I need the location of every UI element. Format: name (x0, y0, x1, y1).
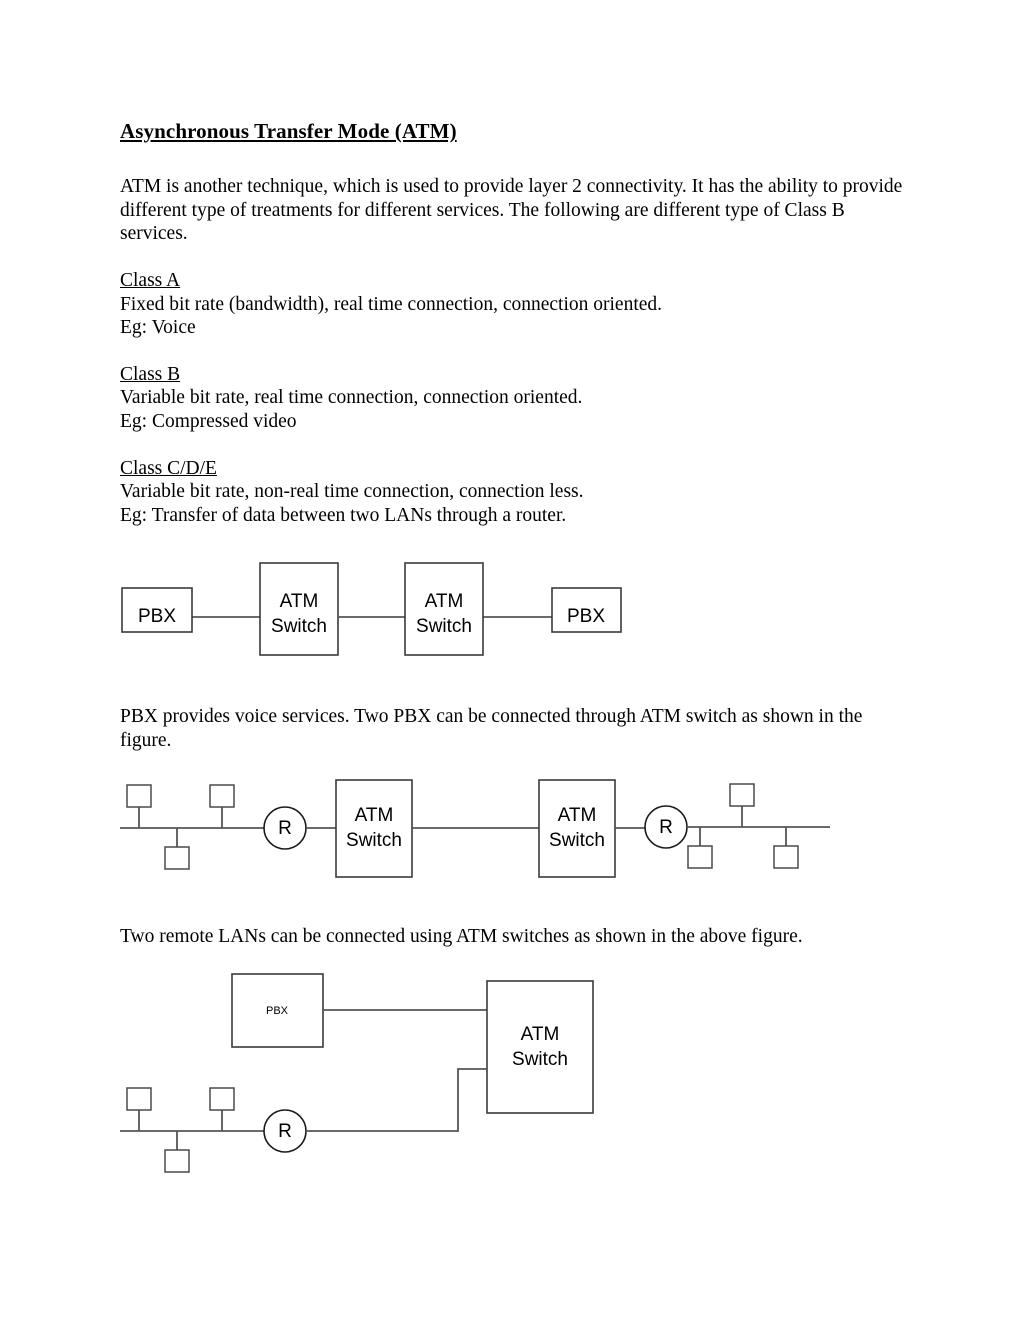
node-atm-switch (486, 980, 594, 1114)
node-atm-switch-left-label-line1: ATM (280, 591, 319, 612)
node-atm-switch-right (538, 779, 616, 878)
node-atm-switch-label-line2: Switch (512, 1049, 568, 1070)
host-left-2 (209, 784, 235, 808)
figure-pbx-and-lan-single-switch: PBX ATM Switch R (112, 970, 612, 1180)
page-title: Asynchronous Transfer Mode (ATM) (120, 119, 457, 143)
node-atm-switch-left-label-line1: ATM (355, 805, 394, 826)
class-a-description: Fixed bit rate (bandwidth), real time co… (120, 293, 663, 315)
host-2 (209, 1087, 235, 1111)
class-section-b: Class B Variable bit rate, real time con… (120, 363, 910, 434)
class-section-cde: Class C/D/E Variable bit rate, non-real … (120, 457, 910, 528)
node-atm-switch-right-label-line2: Switch (416, 616, 472, 637)
class-b-heading: Class B (120, 363, 181, 385)
class-cde-description: Variable bit rate, non-real time connect… (120, 481, 584, 503)
node-router-right-label: R (659, 817, 673, 838)
node-atm-switch-right-label-line1: ATM (425, 591, 464, 612)
node-atm-switch-left (335, 779, 413, 878)
node-atm-switch-left-label-line2: Switch (346, 830, 402, 851)
class-b-description: Variable bit rate, real time connection,… (120, 387, 583, 409)
node-atm-switch-right-label-line2: Switch (549, 830, 605, 851)
node-pbx-right-label: PBX (567, 606, 605, 627)
class-a-heading: Class A (120, 270, 181, 292)
document-body: Asynchronous Transfer Mode (ATM) ATM is … (120, 118, 910, 527)
host-right-3 (773, 845, 799, 869)
class-section-a: Class A Fixed bit rate (bandwidth), real… (120, 269, 910, 340)
figure-pbx-to-pbx: PBX ATM Switch ATM Switch PBX (112, 555, 642, 670)
class-cde-heading: Class C/D/E (120, 457, 217, 479)
class-a-example: Eg: Voice (120, 317, 196, 339)
node-pbx-label: PBX (266, 1005, 289, 1017)
host-3 (164, 1149, 190, 1173)
class-b-example: Eg: Compressed video (120, 411, 297, 432)
node-router-label: R (278, 1121, 292, 1142)
caption-figure1: PBX provides voice services. Two PBX can… (120, 706, 863, 751)
host-left-3 (164, 846, 190, 870)
host-1 (126, 1087, 152, 1111)
intro-paragraph: ATM is another technique, which is used … (120, 176, 903, 245)
node-atm-switch-left-label-line2: Switch (271, 616, 327, 637)
host-right-2 (687, 845, 713, 869)
node-atm-switch-right-label-line1: ATM (558, 805, 597, 826)
node-router-left-label: R (278, 818, 292, 839)
host-right-1 (729, 783, 755, 807)
document-page: Asynchronous Transfer Mode (ATM) ATM is … (0, 0, 1020, 1320)
figure-two-remote-lans: R ATM Switch ATM Switch R (112, 778, 842, 888)
node-atm-switch-label-line1: ATM (521, 1024, 560, 1045)
node-pbx-left-label: PBX (138, 606, 176, 627)
host-left-1 (126, 784, 152, 808)
class-cde-example: Eg: Transfer of data between two LANs th… (120, 504, 567, 526)
caption-figure2: Two remote LANs can be connected using A… (120, 926, 803, 947)
link-router-switch (306, 1068, 487, 1132)
